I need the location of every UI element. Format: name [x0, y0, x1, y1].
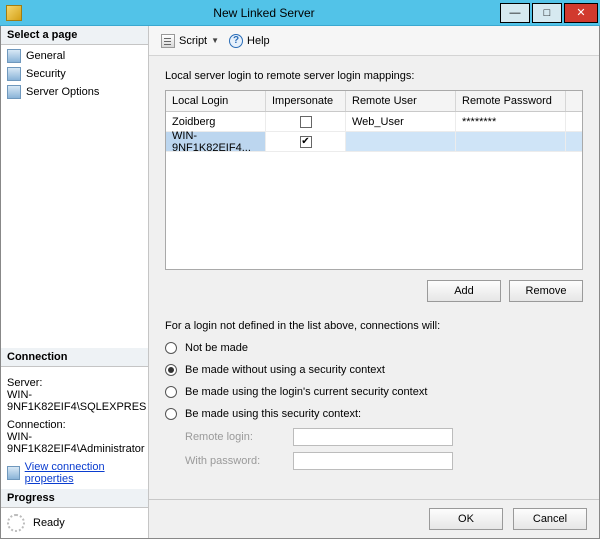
dialog-footer: OK Cancel	[149, 499, 599, 538]
app-icon	[6, 5, 22, 21]
table-row[interactable]: WIN-9NF1K82EIF4... ✔	[166, 132, 582, 152]
with-password-label: With password:	[185, 455, 285, 467]
remove-button[interactable]: Remove	[509, 280, 583, 302]
chevron-down-icon: ▼	[211, 36, 219, 45]
cell-local-login[interactable]: Zoidberg	[166, 112, 266, 131]
toolbar: Script ▼ ? Help	[149, 26, 599, 56]
window-controls: — □ ✕	[500, 3, 600, 23]
help-label: Help	[247, 35, 270, 47]
close-button[interactable]: ✕	[564, 3, 598, 23]
radio-not-be-made[interactable]: Not be made	[165, 342, 583, 354]
progress-body: Ready	[1, 508, 148, 538]
progress-spinner-icon	[7, 514, 25, 532]
radio-label: Be made using the login's current securi…	[185, 386, 427, 398]
remote-login-row: Remote login:	[185, 428, 583, 446]
login-mappings-grid[interactable]: Local Login Impersonate Remote User Remo…	[165, 90, 583, 270]
help-icon: ?	[229, 34, 243, 48]
cell-remote-password[interactable]	[456, 132, 566, 151]
page-list: General Security Server Options	[1, 45, 148, 103]
ok-button[interactable]: OK	[429, 508, 503, 530]
titlebar: New Linked Server — □ ✕	[0, 0, 600, 26]
radio-label: Not be made	[185, 342, 248, 354]
page-item-label: Server Options	[26, 86, 99, 98]
cell-impersonate[interactable]: ✔	[266, 132, 346, 151]
properties-icon	[7, 466, 20, 480]
dialog-window: New Linked Server — □ ✕ Select a page Ge…	[0, 0, 600, 539]
with-password-input[interactable]	[293, 452, 453, 470]
page-icon	[7, 49, 21, 63]
page-item-label: General	[26, 50, 65, 62]
content-area: Local server login to remote server logi…	[149, 56, 599, 499]
script-button[interactable]: Script ▼	[157, 32, 223, 50]
connection-label: Connection:	[7, 419, 142, 431]
radio-icon[interactable]	[165, 408, 177, 420]
server-value: WIN-9NF1K82EIF4\SQLEXPRES	[7, 389, 142, 413]
script-label: Script	[179, 35, 207, 47]
radio-icon[interactable]	[165, 386, 177, 398]
grid-header: Local Login Impersonate Remote User Remo…	[166, 91, 582, 112]
radio-no-security-context[interactable]: Be made without using a security context	[165, 364, 583, 376]
progress-status: Ready	[33, 517, 65, 529]
page-item-security[interactable]: Security	[1, 65, 148, 83]
cell-remote-password[interactable]: ********	[456, 112, 566, 131]
radio-group: Not be made Be made without using a secu…	[165, 342, 583, 420]
script-icon	[161, 34, 175, 48]
col-remote-password[interactable]: Remote Password	[456, 91, 566, 111]
remote-login-input[interactable]	[293, 428, 453, 446]
select-page-header: Select a page	[1, 26, 148, 45]
impersonate-checkbox[interactable]	[300, 116, 312, 128]
page-item-label: Security	[26, 68, 66, 80]
left-pane: Select a page General Security Server Op…	[1, 26, 149, 538]
impersonate-checkbox[interactable]: ✔	[300, 136, 312, 148]
add-button[interactable]: Add	[427, 280, 501, 302]
connection-header: Connection	[1, 348, 148, 367]
server-label: Server:	[7, 377, 142, 389]
radio-icon[interactable]	[165, 364, 177, 376]
radio-login-security-context[interactable]: Be made using the login's current securi…	[165, 386, 583, 398]
page-icon	[7, 67, 21, 81]
col-impersonate[interactable]: Impersonate	[266, 91, 346, 111]
cancel-button[interactable]: Cancel	[513, 508, 587, 530]
cell-local-login[interactable]: WIN-9NF1K82EIF4...	[166, 132, 266, 151]
page-item-server-options[interactable]: Server Options	[1, 83, 148, 101]
maximize-button[interactable]: □	[532, 3, 562, 23]
page-item-general[interactable]: General	[1, 47, 148, 65]
link-label: View connection properties	[25, 461, 142, 485]
page-icon	[7, 85, 21, 99]
col-local-login[interactable]: Local Login	[166, 91, 266, 111]
credential-rows: Remote login: With password:	[185, 428, 583, 470]
progress-header: Progress	[1, 489, 148, 508]
cell-remote-user[interactable]	[346, 132, 456, 151]
cell-remote-user[interactable]: Web_User	[346, 112, 456, 131]
connection-value: WIN-9NF1K82EIF4\Administrator	[7, 431, 142, 455]
radio-label: Be made using this security context:	[185, 408, 361, 420]
connection-body: Server: WIN-9NF1K82EIF4\SQLEXPRES Connec…	[1, 367, 148, 489]
right-pane: Script ▼ ? Help Local server login to re…	[149, 26, 599, 538]
client-area: Select a page General Security Server Op…	[0, 26, 600, 539]
mappings-label: Local server login to remote server logi…	[165, 70, 583, 82]
radio-this-security-context[interactable]: Be made using this security context:	[165, 408, 583, 420]
remote-login-label: Remote login:	[185, 431, 285, 443]
radio-description: For a login not defined in the list abov…	[165, 320, 583, 332]
grid-buttons: Add Remove	[165, 280, 583, 302]
radio-icon[interactable]	[165, 342, 177, 354]
radio-label: Be made without using a security context	[185, 364, 385, 376]
minimize-button[interactable]: —	[500, 3, 530, 23]
window-title: New Linked Server	[28, 6, 500, 20]
help-button[interactable]: ? Help	[225, 32, 274, 50]
col-remote-user[interactable]: Remote User	[346, 91, 456, 111]
with-password-row: With password:	[185, 452, 583, 470]
view-connection-properties-link[interactable]: View connection properties	[7, 461, 142, 485]
cell-impersonate[interactable]	[266, 112, 346, 131]
